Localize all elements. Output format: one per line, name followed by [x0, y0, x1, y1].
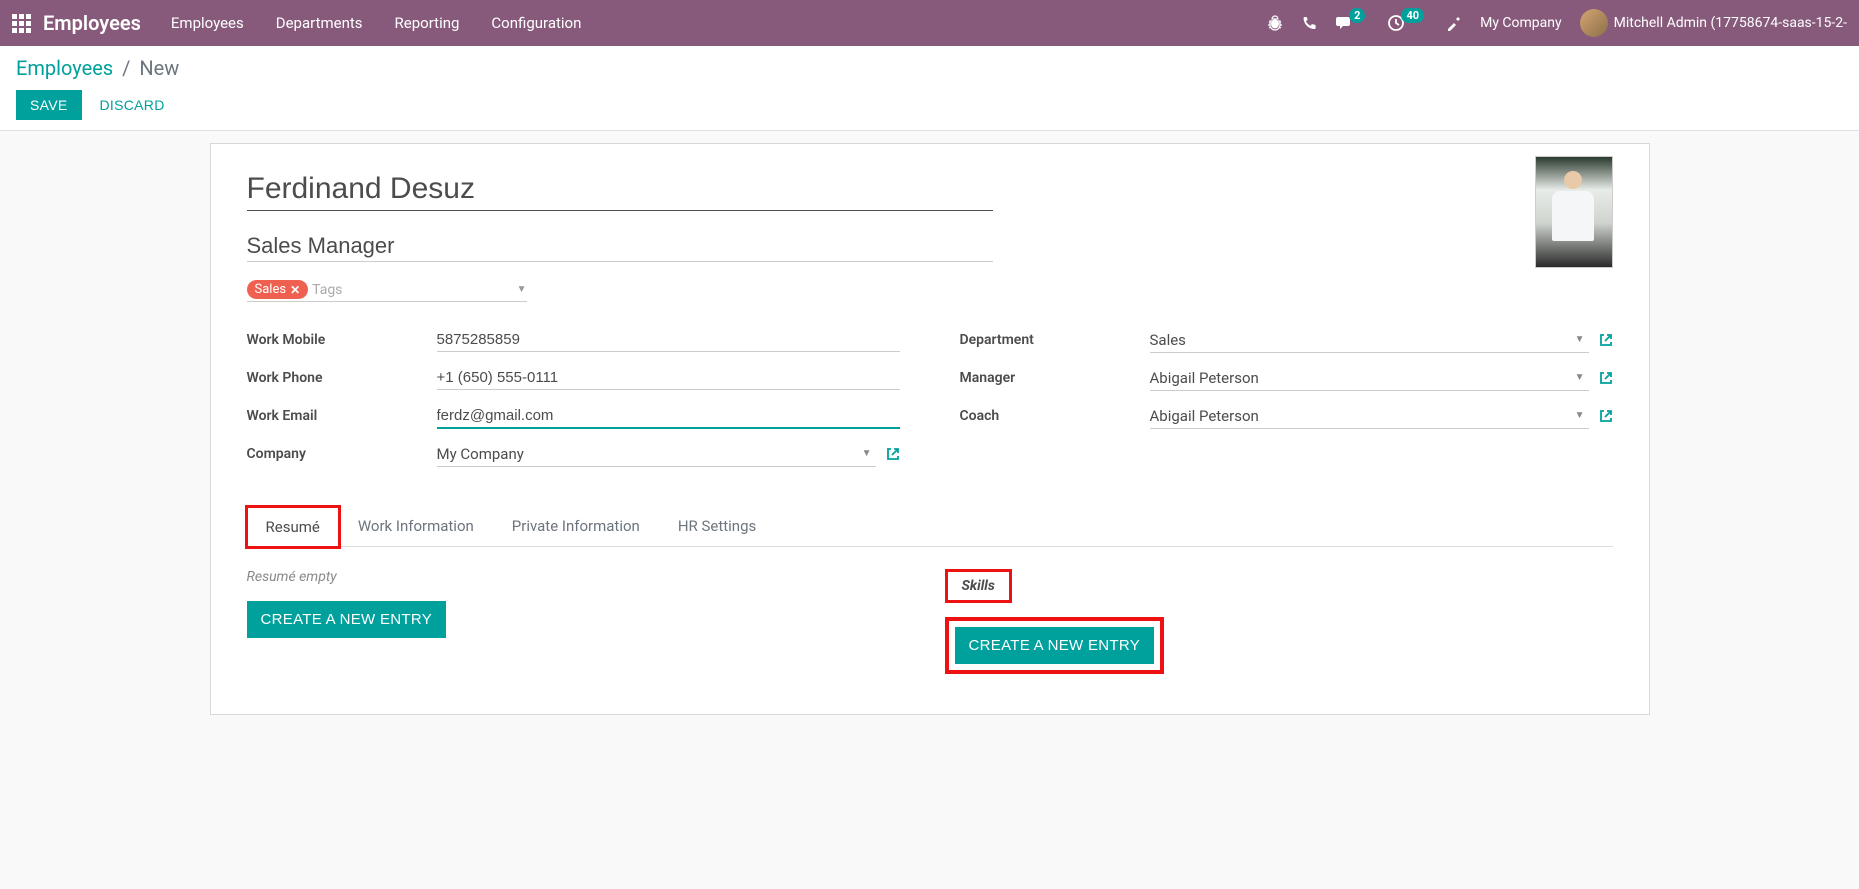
manager-value: Abigail Peterson	[1150, 369, 1571, 387]
work-email-input[interactable]	[437, 404, 900, 429]
employee-name-input[interactable]	[247, 168, 993, 211]
label-coach: Coach	[960, 408, 1150, 424]
activities-icon[interactable]: 40	[1387, 14, 1428, 32]
coach-value: Abigail Peterson	[1150, 407, 1571, 425]
chevron-down-icon[interactable]: ▼	[1575, 372, 1585, 383]
tab-hr-settings[interactable]: HR Settings	[659, 506, 775, 546]
tab-private-information[interactable]: Private Information	[493, 506, 659, 546]
apps-icon[interactable]	[12, 14, 31, 33]
save-button[interactable]: SAVE	[16, 90, 82, 120]
chevron-down-icon[interactable]: ▼	[517, 284, 527, 295]
company-switcher[interactable]: My Company	[1480, 15, 1562, 31]
company-value: My Company	[437, 445, 858, 463]
employee-photo[interactable]	[1535, 156, 1613, 268]
company-select[interactable]: My Company ▼	[437, 442, 876, 467]
user-label: Mitchell Admin (17758674-saas-15-2-	[1614, 15, 1847, 31]
resume-empty-text: Resumé empty	[247, 569, 915, 585]
external-link-icon[interactable]	[1599, 333, 1613, 347]
user-menu[interactable]: Mitchell Admin (17758674-saas-15-2-	[1580, 9, 1847, 37]
nav-reporting[interactable]: Reporting	[395, 14, 460, 32]
nav-departments[interactable]: Departments	[276, 14, 363, 32]
job-title-input[interactable]	[247, 231, 993, 262]
manager-select[interactable]: Abigail Peterson ▼	[1150, 366, 1589, 391]
work-phone-input[interactable]	[437, 366, 900, 390]
breadcrumb-root[interactable]: Employees	[16, 56, 113, 80]
debug-icon[interactable]	[1267, 15, 1283, 31]
department-select[interactable]: Sales ▼	[1150, 328, 1589, 353]
chevron-down-icon[interactable]: ▼	[1575, 334, 1585, 345]
app-brand[interactable]: Employees	[43, 11, 141, 35]
department-value: Sales	[1150, 331, 1571, 349]
chevron-down-icon[interactable]: ▼	[862, 448, 872, 459]
label-work-email: Work Email	[247, 408, 437, 424]
nav-employees[interactable]: Employees	[171, 14, 244, 32]
breadcrumb-current: New	[139, 56, 179, 80]
work-mobile-input[interactable]	[437, 328, 900, 352]
create-resume-entry-button[interactable]: CREATE A NEW ENTRY	[247, 601, 447, 638]
chevron-down-icon[interactable]: ▼	[1575, 410, 1585, 421]
activities-badge: 40	[1401, 8, 1424, 23]
label-work-mobile: Work Mobile	[247, 332, 437, 348]
coach-select[interactable]: Abigail Peterson ▼	[1150, 404, 1589, 429]
external-link-icon[interactable]	[1599, 409, 1613, 423]
external-link-icon[interactable]	[886, 447, 900, 461]
label-company: Company	[247, 446, 437, 462]
tag-sales[interactable]: Sales ✕	[247, 280, 309, 299]
phone-icon[interactable]	[1301, 15, 1317, 31]
tag-label: Sales	[255, 282, 287, 297]
messages-icon[interactable]: 2	[1335, 15, 1369, 31]
tab-resume[interactable]: Resumé	[247, 507, 339, 547]
label-manager: Manager	[960, 370, 1150, 386]
avatar	[1580, 9, 1608, 37]
tag-remove-icon[interactable]: ✕	[290, 283, 300, 297]
label-department: Department	[960, 332, 1150, 348]
tab-work-information[interactable]: Work Information	[339, 506, 493, 546]
tools-icon[interactable]	[1446, 15, 1462, 31]
tags-field[interactable]: Sales ✕ Tags ▼	[247, 280, 527, 302]
company-label: My Company	[1480, 15, 1562, 31]
external-link-icon[interactable]	[1599, 371, 1613, 385]
breadcrumb: Employees / New	[16, 56, 1843, 80]
tags-placeholder: Tags	[312, 282, 516, 298]
nav-configuration[interactable]: Configuration	[491, 14, 581, 32]
create-skills-entry-button[interactable]: CREATE A NEW ENTRY	[955, 627, 1155, 664]
skills-heading: Skills	[945, 569, 1012, 603]
messages-badge: 2	[1349, 8, 1365, 23]
discard-button[interactable]: DISCARD	[86, 90, 179, 120]
label-work-phone: Work Phone	[247, 370, 437, 386]
